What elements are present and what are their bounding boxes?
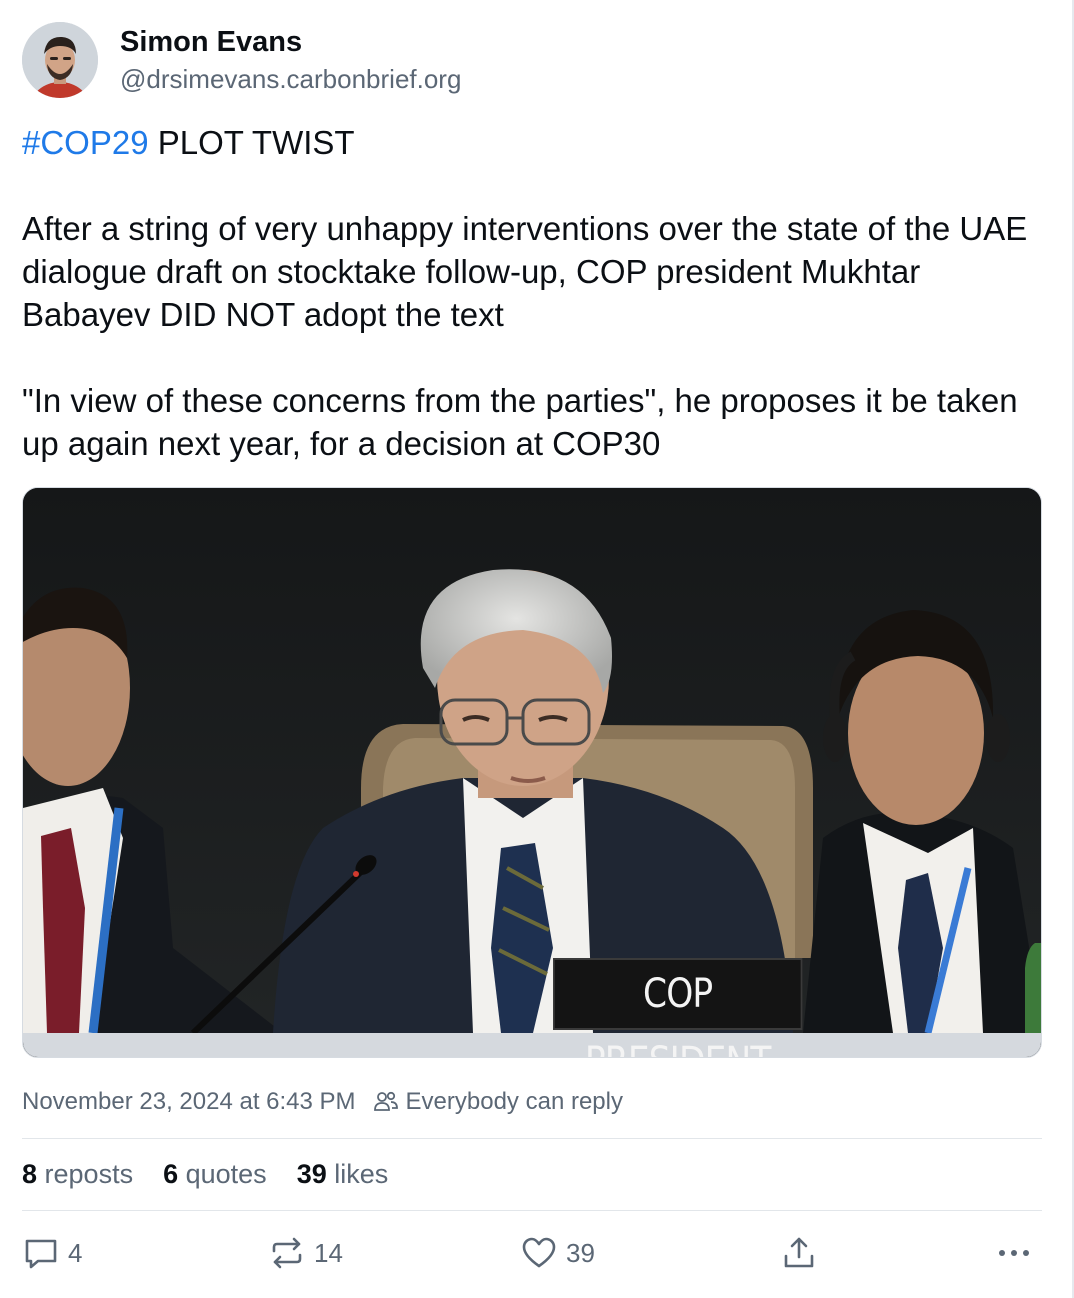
quotes-label: quotes	[178, 1158, 267, 1189]
reply-setting: Everybody can reply	[405, 1088, 623, 1115]
hashtag-link[interactable]: #COP29	[22, 124, 149, 161]
headline-text: PLOT TWIST	[148, 124, 355, 161]
ellipsis-icon	[994, 1234, 1034, 1272]
post-meta: November 23, 2024 at 6:43 PM Everybody c…	[22, 1086, 623, 1118]
reply-count: 4	[68, 1237, 83, 1268]
speech-bubble-icon	[22, 1234, 60, 1272]
heart-icon	[520, 1234, 558, 1272]
post-card: Simon Evans @drsimevans.carbonbrief.org …	[0, 0, 1074, 1298]
share-button[interactable]	[780, 1230, 818, 1276]
repost-count: 14	[314, 1237, 343, 1268]
repost-button[interactable]: 14	[268, 1230, 343, 1276]
divider	[22, 1138, 1042, 1139]
reposts-label: reposts	[37, 1158, 134, 1189]
reply-button[interactable]: 4	[22, 1230, 82, 1276]
quotes-count: 6	[163, 1158, 179, 1189]
more-options-button[interactable]	[994, 1230, 1034, 1276]
reposts-count: 8	[22, 1158, 38, 1189]
action-bar: 4 14 39	[22, 1230, 1042, 1276]
nameplate: COP PRESIDENT	[553, 958, 803, 1057]
likes-count: 39	[296, 1158, 327, 1189]
author-handle[interactable]: @drsimevans.carbonbrief.org	[120, 64, 461, 95]
like-button[interactable]: 39	[520, 1230, 595, 1276]
likes-stat[interactable]: 39 likes	[297, 1159, 389, 1190]
post-stats: 8 reposts 6 quotes 39 likes	[22, 1154, 418, 1194]
reposts-stat[interactable]: 8 reposts	[22, 1159, 133, 1190]
like-count: 39	[566, 1237, 595, 1268]
post-image[interactable]: COP PRESIDENT	[22, 487, 1042, 1058]
share-icon	[780, 1234, 818, 1272]
post-text: #COP29 PLOT TWIST After a string of very…	[22, 121, 1042, 465]
quotes-stat[interactable]: 6 quotes	[163, 1159, 267, 1190]
post-paragraph: After a string of very unhappy intervent…	[22, 210, 1028, 333]
people-icon	[372, 1088, 400, 1116]
repost-arrows-icon	[268, 1234, 306, 1272]
post-paragraph: "In view of these concerns from the part…	[22, 382, 1018, 462]
post-headline: #COP29 PLOT TWIST	[22, 121, 1042, 164]
post-timestamp[interactable]: November 23, 2024 at 6:43 PM	[22, 1088, 356, 1116]
likes-label: likes	[326, 1158, 389, 1189]
author-display-name[interactable]: Simon Evans	[120, 26, 302, 59]
divider	[22, 1210, 1042, 1211]
avatar[interactable]	[22, 22, 98, 98]
